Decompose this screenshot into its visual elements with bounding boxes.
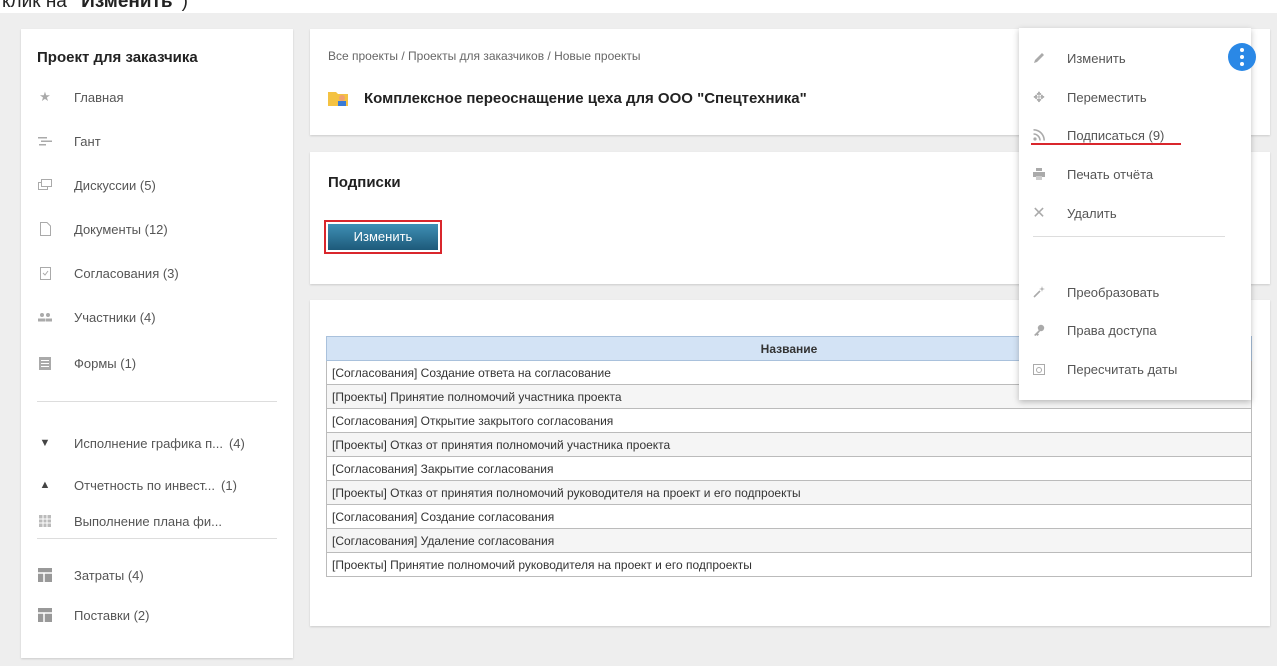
sidebar-item-count: (1) bbox=[221, 477, 237, 493]
sidebar-item-costs[interactable]: Затраты (4) bbox=[37, 565, 287, 585]
pencil-icon bbox=[1031, 50, 1047, 66]
sidebar-item-count: (4) bbox=[228, 435, 245, 451]
menu-item-subscribe[interactable]: Подписаться (9) bbox=[1031, 125, 1231, 145]
edit-subscriptions-button[interactable]: Изменить bbox=[324, 220, 442, 254]
folder-user-icon bbox=[328, 89, 350, 107]
print-icon bbox=[1031, 166, 1047, 182]
sidebar-item-label: Затраты (4) bbox=[74, 567, 144, 583]
document-icon bbox=[37, 221, 53, 237]
sidebar-item-documents[interactable]: Документы (12) bbox=[37, 219, 287, 239]
star-icon: ★ bbox=[39, 89, 51, 104]
sidebar-item-deliveries[interactable]: Поставки (2) bbox=[37, 605, 287, 625]
menu-item-label: Удалить bbox=[1067, 205, 1117, 221]
sidebar-divider bbox=[37, 538, 277, 539]
table-row: [Согласования] Создание согласования bbox=[326, 504, 1252, 529]
menu-item-label: Подписаться (9) bbox=[1067, 127, 1165, 143]
sidebar-item-label: Документы (12) bbox=[74, 221, 168, 237]
sidebar-item-label: Поставки (2) bbox=[74, 607, 150, 623]
magic-wand-icon bbox=[1031, 284, 1047, 300]
sidebar-item-label: Исполнение графика п... bbox=[74, 435, 223, 451]
subscriptions-title: Подписки bbox=[328, 174, 401, 191]
triangle-up-icon: ▲ bbox=[39, 479, 51, 491]
grid-icon bbox=[37, 513, 53, 529]
table-row: [Согласования] Открытие закрытого соглас… bbox=[326, 408, 1252, 433]
table-row: [Проекты] Отказ от принятия полномочий р… bbox=[326, 480, 1252, 505]
menu-item-move[interactable]: ✥ Переместить bbox=[1031, 87, 1231, 107]
table-icon bbox=[37, 607, 53, 623]
menu-item-label: Переместить bbox=[1067, 89, 1147, 105]
move-icon: ✥ bbox=[1033, 88, 1045, 105]
table-cell: [Согласования] Открытие закрытого соглас… bbox=[326, 408, 1252, 433]
sidebar-item-participants[interactable]: Участники (4) bbox=[37, 307, 287, 327]
form-icon bbox=[37, 355, 53, 371]
table-cell: [Проекты] Принятие полномочий руководите… bbox=[326, 552, 1252, 577]
sidebar-report-schedule[interactable]: ▼ Исполнение графика п... (4) bbox=[37, 433, 287, 453]
table-icon bbox=[37, 567, 53, 583]
actions-menu: Изменить ✥ Переместить Подписаться (9) П… bbox=[1019, 28, 1256, 400]
table-cell: [Согласования] Удаление согласования bbox=[326, 528, 1252, 553]
sidebar-item-home[interactable]: ★ Главная bbox=[37, 87, 287, 107]
menu-item-edit[interactable]: Изменить bbox=[1031, 48, 1231, 68]
table-row: [Согласования] Закрытие согласования bbox=[326, 456, 1252, 481]
menu-item-access-rights[interactable]: Права доступа bbox=[1031, 320, 1231, 340]
menu-divider bbox=[1033, 236, 1225, 237]
sidebar-divider bbox=[37, 401, 277, 402]
sidebar-title: Проект для заказчика bbox=[37, 49, 198, 66]
table-cell: [Проекты] Отказ от принятия полномочий р… bbox=[326, 480, 1252, 505]
sidebar-report-plan[interactable]: Выполнение плана фи... bbox=[37, 511, 287, 531]
discussion-icon bbox=[37, 177, 53, 193]
menu-item-delete[interactable]: ✕ Удалить bbox=[1031, 203, 1231, 223]
sidebar-item-label: Согласования (3) bbox=[74, 265, 179, 281]
table-row: [Проекты] Принятие полномочий руководите… bbox=[326, 552, 1252, 577]
table-cell: [Проекты] Отказ от принятия полномочий у… bbox=[326, 432, 1252, 457]
highlight-underline bbox=[1031, 143, 1181, 145]
page-title: Комплексное переоснащение цеха для ООО "… bbox=[328, 89, 807, 107]
table-row: [Согласования] Удаление согласования bbox=[326, 528, 1252, 553]
edit-button-label: Изменить bbox=[328, 224, 438, 250]
table-cell: [Согласования] Создание согласования bbox=[326, 504, 1252, 529]
menu-item-label: Преобразовать bbox=[1067, 284, 1160, 300]
sidebar-item-gantt[interactable]: Гант bbox=[37, 131, 287, 151]
sidebar-item-forms[interactable]: Формы (1) bbox=[37, 353, 287, 373]
sidebar-report-investment[interactable]: ▲ Отчетность по инвест... (1) bbox=[37, 475, 287, 495]
menu-item-label: Права доступа bbox=[1067, 322, 1157, 338]
sidebar-item-label: Отчетность по инвест... bbox=[74, 477, 216, 493]
sidebar-item-label: Выполнение плана фи... bbox=[74, 513, 222, 529]
close-icon: ✕ bbox=[1032, 205, 1046, 222]
key-icon bbox=[1031, 322, 1047, 338]
menu-item-print[interactable]: Печать отчёта bbox=[1031, 164, 1231, 184]
table-cell: [Согласования] Закрытие согласования bbox=[326, 456, 1252, 481]
breadcrumb[interactable]: Все проекты / Проекты для заказчиков / Н… bbox=[328, 49, 640, 63]
more-vert-icon[interactable] bbox=[1228, 43, 1256, 71]
sidebar: Проект для заказчика ★ Главная Гант Диск… bbox=[21, 29, 293, 658]
menu-item-label: Печать отчёта bbox=[1067, 166, 1154, 182]
sidebar-item-label: Дискуссии (5) bbox=[74, 177, 156, 193]
project-title-text: Комплексное переоснащение цеха для ООО "… bbox=[364, 89, 807, 107]
menu-item-label: Пересчитать даты bbox=[1067, 361, 1178, 377]
approval-icon bbox=[37, 265, 53, 281]
table-row: [Проекты] Отказ от принятия полномочий у… bbox=[326, 432, 1252, 457]
sidebar-item-label: Формы (1) bbox=[74, 355, 137, 371]
sidebar-item-label: Главная bbox=[74, 89, 124, 105]
sidebar-item-approvals[interactable]: Согласования (3) bbox=[37, 263, 287, 283]
menu-item-label: Изменить bbox=[1067, 50, 1126, 66]
instruction-caption: клик на "Изменить") bbox=[0, 0, 1277, 13]
sidebar-item-label: Гант bbox=[74, 133, 101, 149]
rss-icon bbox=[1031, 127, 1047, 143]
people-icon bbox=[37, 309, 53, 325]
sidebar-item-label: Участники (4) bbox=[74, 309, 156, 325]
sidebar-item-discussions[interactable]: Дискуссии (5) bbox=[37, 175, 287, 195]
triangle-down-icon: ▼ bbox=[39, 437, 51, 449]
calendar-icon bbox=[1031, 361, 1047, 377]
menu-item-recalculate-dates[interactable]: Пересчитать даты bbox=[1031, 359, 1231, 379]
gantt-icon bbox=[37, 133, 53, 149]
menu-item-convert[interactable]: Преобразовать bbox=[1031, 282, 1231, 302]
